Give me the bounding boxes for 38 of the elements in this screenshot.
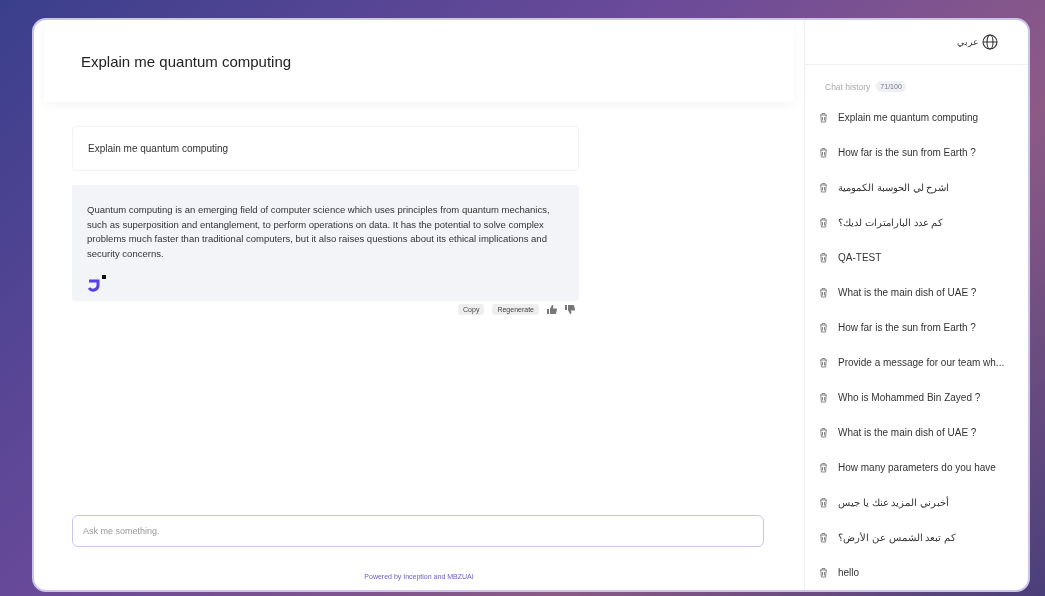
history-item[interactable]: اشرح لي الحوسبة الكمومية (838, 182, 950, 194)
trash-icon[interactable] (819, 322, 828, 334)
trash-icon[interactable] (819, 532, 828, 544)
history-label: Chat history (825, 81, 871, 92)
history-item[interactable]: What is the main dish of UAE ? (838, 287, 977, 299)
history-item[interactable]: QA-TEST (838, 252, 882, 264)
trash-icon[interactable] (819, 357, 828, 369)
history-item[interactable]: Provide a message for our team wh... (838, 357, 1005, 369)
trash-icon[interactable] (819, 252, 828, 264)
history-item[interactable]: كم تبعد الشمس عن الأرض؟ (838, 532, 957, 544)
history-item[interactable]: hello (838, 567, 860, 578)
history-item[interactable]: How many parameters do you have (838, 462, 996, 474)
trash-icon[interactable] (819, 182, 828, 194)
trash-icon[interactable] (819, 147, 828, 159)
trash-icon[interactable] (819, 287, 828, 299)
globe-icon[interactable] (982, 34, 998, 51)
history-item[interactable]: Explain me quantum computing (838, 112, 979, 124)
history-item[interactable]: How far is the sun from Earth ? (838, 322, 976, 334)
history-item[interactable]: Who is Mohammed Bin Zayed ? (838, 392, 981, 404)
trash-icon[interactable] (819, 497, 828, 509)
trash-icon[interactable] (819, 112, 828, 124)
assistant-message: Quantum computing is an emerging field of computer science which uses principles from quantum mechanics, such as superposition and entanglement, to perform operations on data. It has the potential to solve complex problems much faster than traditional computers, but it also raises questions about its ethical implications and security concerns. (87, 203, 551, 261)
history-item[interactable]: كم عدد البارامترات لديك؟ (838, 217, 944, 229)
history-item[interactable]: أخبرني المزيد عنك يا جيس (838, 497, 950, 509)
history-item[interactable]: How far is the sun from Earth ? (838, 147, 976, 159)
message-input[interactable]: Ask me something. (72, 515, 764, 547)
trash-icon[interactable] (819, 392, 828, 404)
language-label[interactable]: عربي (957, 37, 978, 48)
user-message: Explain me quantum computing (72, 126, 579, 171)
trash-icon[interactable] (819, 427, 828, 439)
history-item[interactable]: What is the main dish of UAE ? (838, 427, 977, 439)
logo-icon (87, 273, 107, 293)
trash-icon[interactable] (819, 462, 828, 474)
chat-title: Explain me quantum computing (81, 52, 292, 70)
thumbs-up-icon[interactable] (547, 305, 557, 314)
trash-icon[interactable] (819, 217, 828, 229)
trash-icon[interactable] (819, 567, 828, 578)
thumbs-down-icon[interactable] (565, 305, 575, 314)
